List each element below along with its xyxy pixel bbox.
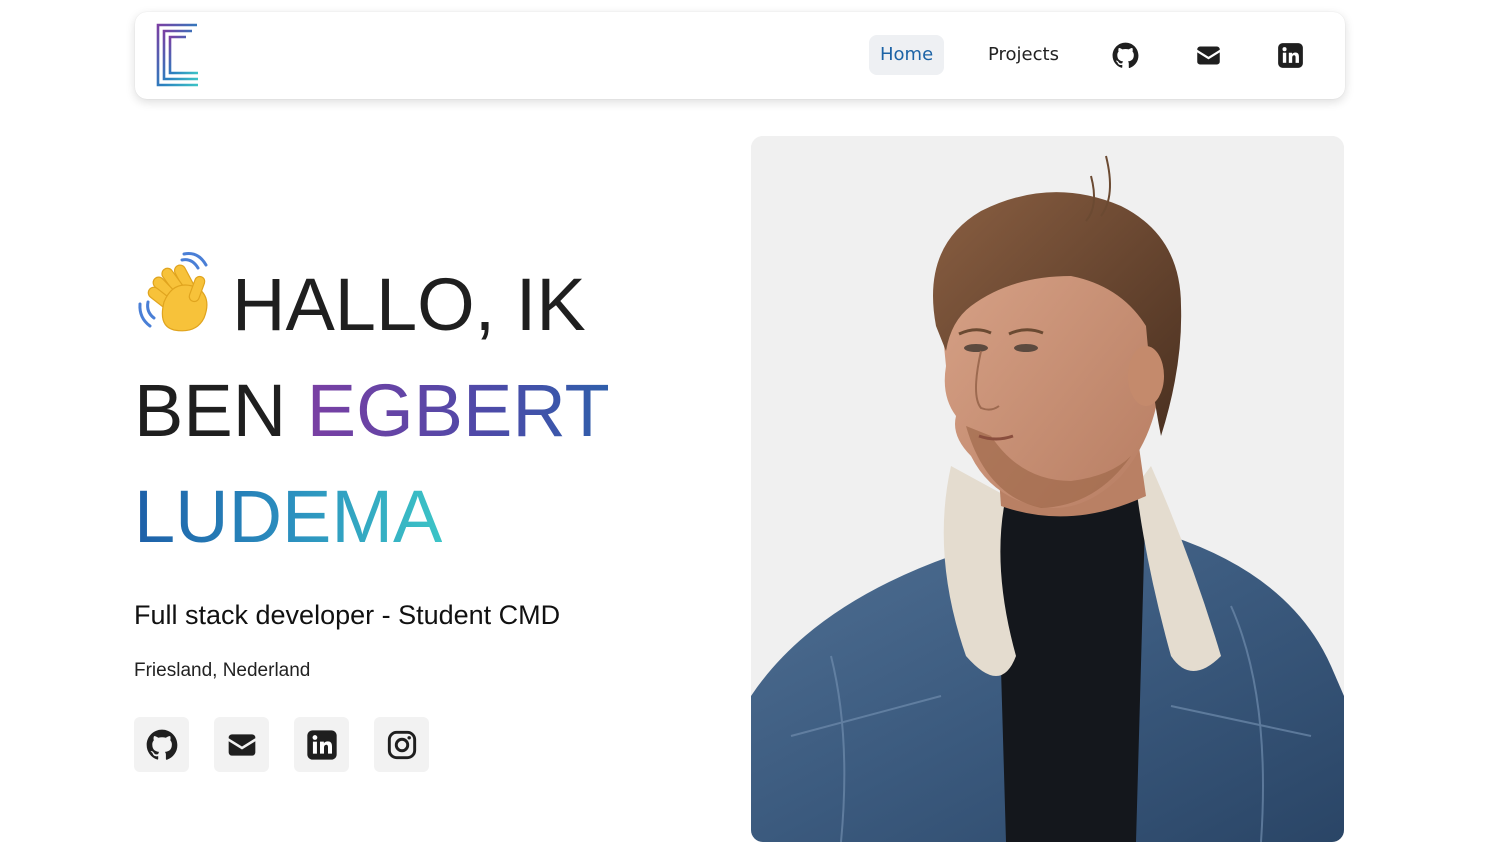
word-ben: BEN	[134, 369, 287, 452]
nav-projects-link[interactable]: Projects	[977, 35, 1070, 75]
linkedin-button[interactable]	[294, 717, 349, 772]
name-last: LUDEMA	[134, 475, 443, 558]
portrait-photo	[751, 136, 1344, 842]
mail-icon	[228, 733, 255, 756]
nav-home-link[interactable]: Home	[869, 35, 945, 75]
waving-hand-icon	[134, 250, 224, 334]
linkedin-icon[interactable]	[1275, 40, 1305, 70]
mail-icon[interactable]	[1193, 40, 1223, 70]
instagram-button[interactable]	[374, 717, 429, 772]
greeting-text: HALLO, IK	[232, 263, 586, 346]
github-icon[interactable]	[1110, 40, 1140, 70]
stacked-e-logo-icon[interactable]	[156, 23, 200, 87]
portrait-illustration	[751, 136, 1344, 842]
social-buttons	[134, 717, 429, 772]
github-icon	[146, 729, 177, 760]
github-button[interactable]	[134, 717, 189, 772]
top-navbar: Home Projects	[135, 12, 1345, 99]
hero-headline: HALLO, IK BEN EGBERT LUDEMA	[134, 250, 694, 570]
location-text: Friesland, Nederland	[134, 660, 311, 681]
mail-button[interactable]	[214, 717, 269, 772]
instagram-icon	[387, 730, 416, 759]
linkedin-icon	[306, 729, 337, 760]
role-subtitle: Full stack developer - Student CMD	[134, 600, 561, 630]
name-first: EGBERT	[306, 369, 610, 452]
